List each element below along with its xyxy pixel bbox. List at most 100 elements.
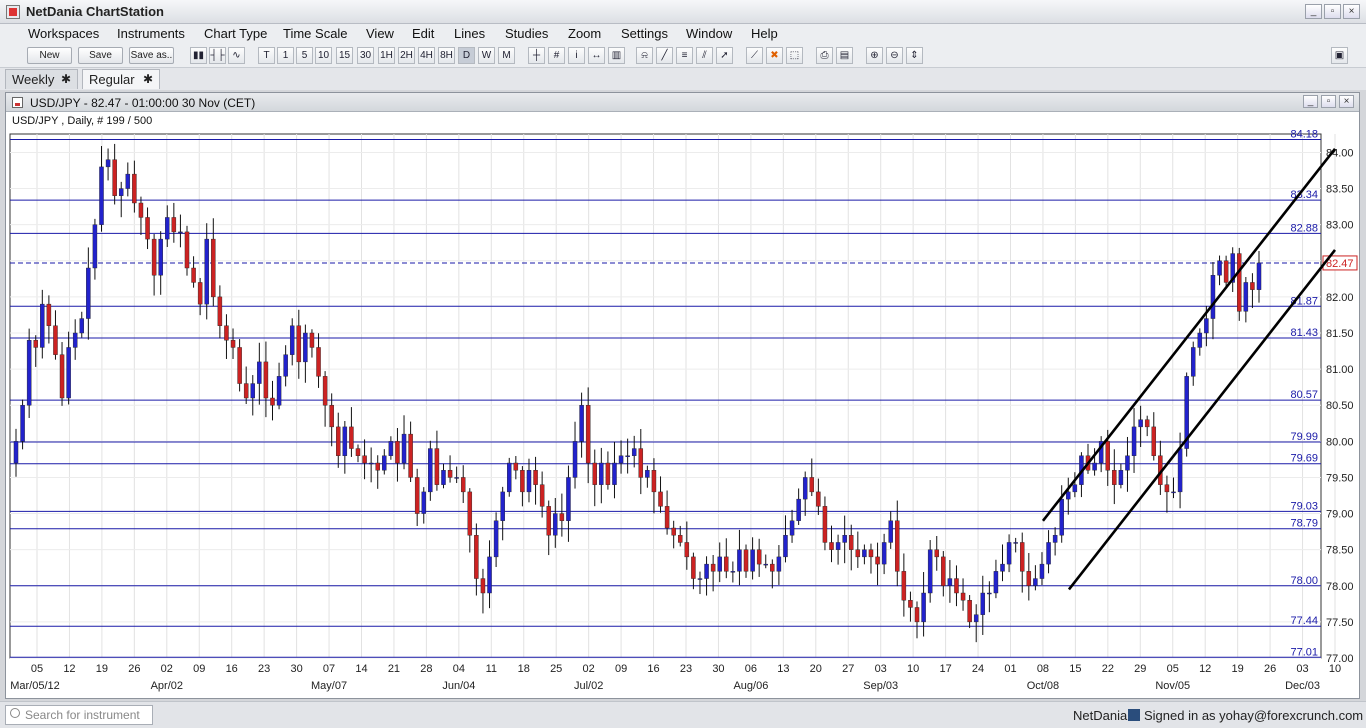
- bearish-candle: [224, 325, 229, 341]
- trendline-icon[interactable]: ╱: [656, 47, 673, 64]
- select-drawing-icon[interactable]: ⬚: [786, 47, 803, 64]
- menu-lines[interactable]: Lines: [454, 26, 485, 41]
- chart-maximize-button[interactable]: ▫: [1321, 95, 1336, 108]
- x-tick-label: 18: [518, 663, 530, 675]
- bullish-candle: [1013, 542, 1018, 544]
- menu-view[interactable]: View: [366, 26, 394, 41]
- channel-icon[interactable]: ⫽: [696, 47, 713, 64]
- bullish-candle: [625, 455, 630, 457]
- candlestick-chart-icon[interactable]: ▮▮: [190, 47, 207, 64]
- bearish-candle: [145, 217, 150, 240]
- tab-close-icon[interactable]: ✱: [143, 70, 153, 89]
- bullish-candle: [1138, 419, 1143, 428]
- bearish-candle: [908, 600, 913, 608]
- grid-icon[interactable]: #: [548, 47, 565, 64]
- bearish-candle: [533, 470, 538, 485]
- maximize-button[interactable]: ▫: [1324, 4, 1341, 19]
- plot-area: [9, 133, 1322, 659]
- volume-icon[interactable]: ▥: [608, 47, 625, 64]
- fibonacci-icon[interactable]: ≡: [676, 47, 693, 64]
- timeframe-daily[interactable]: D: [458, 47, 475, 64]
- month-label: Nov/05: [1155, 680, 1190, 692]
- crosshair-icon[interactable]: ┼: [528, 47, 545, 64]
- timeframe-tick[interactable]: T: [258, 47, 275, 64]
- timeframe-1m[interactable]: 1: [277, 47, 294, 64]
- bearish-candle: [112, 159, 117, 196]
- bullish-candle: [704, 563, 709, 579]
- zoom-in-icon[interactable]: ⊕: [866, 47, 883, 64]
- chart-minimize-button[interactable]: _: [1303, 95, 1318, 108]
- timeframe-30m[interactable]: 30: [357, 47, 374, 64]
- x-tick-label: 19: [1232, 663, 1244, 675]
- scroll-icon[interactable]: ↔: [588, 47, 605, 64]
- tab-regular[interactable]: Regular ✱: [82, 69, 160, 89]
- menu-edit[interactable]: Edit: [412, 26, 434, 41]
- bullish-candle: [888, 520, 893, 543]
- bearish-candle: [954, 578, 959, 594]
- line-chart-icon[interactable]: ∿: [228, 47, 245, 64]
- info-icon[interactable]: i: [568, 47, 585, 64]
- y-tick-label: 82.00: [1326, 292, 1354, 304]
- close-button[interactable]: ×: [1343, 4, 1360, 19]
- workspace-tabs: Weekly ✱ Regular ✱: [0, 68, 1366, 90]
- tab-label: Regular: [89, 72, 135, 87]
- timeframe-2h[interactable]: 2H: [398, 47, 415, 64]
- tab-weekly[interactable]: Weekly ✱: [5, 69, 78, 89]
- menu-window[interactable]: Window: [686, 26, 732, 41]
- bearish-candle: [197, 282, 203, 305]
- delete-drawings-icon[interactable]: ✖: [766, 47, 783, 64]
- y-tick-label: 80.50: [1326, 400, 1354, 412]
- bearish-candle: [355, 448, 361, 456]
- bearish-candle: [743, 549, 749, 572]
- timeframe-monthly[interactable]: M: [498, 47, 515, 64]
- draw-line-icon[interactable]: ⟋: [746, 47, 763, 64]
- print-preview-icon[interactable]: ▤: [836, 47, 853, 64]
- panel-toggle-icon[interactable]: ▣: [1331, 47, 1348, 64]
- chart-close-button[interactable]: ×: [1339, 95, 1354, 108]
- minimize-button[interactable]: _: [1305, 4, 1322, 19]
- timeframe-5m[interactable]: 5: [296, 47, 313, 64]
- timeframe-weekly[interactable]: W: [478, 47, 495, 64]
- bullish-candle: [697, 578, 703, 580]
- menu-instruments[interactable]: Instruments: [117, 26, 185, 41]
- save-as-button[interactable]: Save as..: [129, 47, 174, 64]
- bearish-candle: [724, 556, 729, 572]
- zoom-fit-icon[interactable]: ⇕: [906, 47, 923, 64]
- bullish-candle: [717, 556, 722, 572]
- bullish-candle: [487, 556, 492, 594]
- zoom-out-icon[interactable]: ⊖: [886, 47, 903, 64]
- timeframe-8h[interactable]: 8H: [438, 47, 455, 64]
- bearish-candle: [59, 354, 65, 399]
- menu-workspaces[interactable]: Workspaces: [28, 26, 99, 41]
- month-label: Aug/06: [733, 680, 768, 692]
- bearish-candle: [211, 238, 216, 298]
- menu-studies[interactable]: Studies: [505, 26, 548, 41]
- bullish-candle: [789, 520, 795, 536]
- menu-time-scale[interactable]: Time Scale: [283, 26, 348, 41]
- print-icon[interactable]: ⎙: [816, 47, 833, 64]
- bullish-candle: [1217, 260, 1222, 276]
- menu-zoom[interactable]: Zoom: [568, 26, 601, 41]
- x-tick-label: 16: [226, 663, 238, 675]
- new-button[interactable]: New: [27, 47, 72, 64]
- bearish-candle: [651, 470, 657, 493]
- bearish-candle: [336, 426, 341, 456]
- bar-chart-icon[interactable]: ┤├: [209, 47, 226, 64]
- arrow-icon[interactable]: ➚: [716, 47, 733, 64]
- menu-help[interactable]: Help: [751, 26, 778, 41]
- timeframe-4h[interactable]: 4H: [418, 47, 435, 64]
- level-label: 78.79: [1290, 518, 1318, 530]
- timeframe-15m[interactable]: 15: [336, 47, 353, 64]
- save-button[interactable]: Save: [78, 47, 123, 64]
- menu-chart-type[interactable]: Chart Type: [204, 26, 267, 41]
- timeframe-1h[interactable]: 1H: [378, 47, 395, 64]
- price-chart[interactable]: USD/JPY , Daily, # 199 / 500 05 12 19 26 02 09…: [6, 112, 1359, 698]
- bell-icon[interactable]: ⍾: [636, 47, 653, 64]
- menu-settings[interactable]: Settings: [621, 26, 668, 41]
- instrument-search-input[interactable]: Search for instrument: [5, 705, 153, 725]
- timeframe-10m[interactable]: 10: [315, 47, 332, 64]
- bearish-candle: [33, 340, 38, 348]
- tab-close-icon[interactable]: ✱: [61, 70, 71, 89]
- app-icon: [6, 5, 20, 19]
- bearish-candle: [868, 549, 874, 558]
